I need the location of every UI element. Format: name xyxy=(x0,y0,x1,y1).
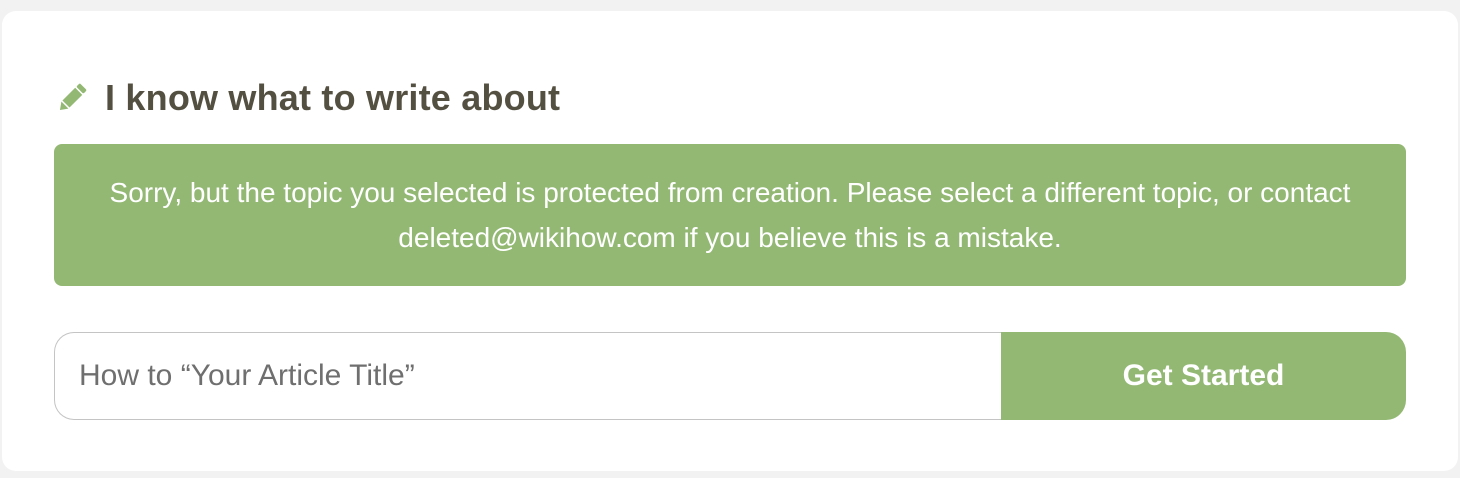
protected-topic-alert: Sorry, but the topic you selected is pro… xyxy=(54,144,1406,286)
article-title-input[interactable] xyxy=(54,332,1001,420)
section-header: I know what to write about xyxy=(54,68,560,128)
section-title: I know what to write about xyxy=(105,77,561,118)
pencil-icon xyxy=(54,80,90,116)
alert-message: Sorry, but the topic you selected is pro… xyxy=(109,177,1351,253)
article-title-form: Get Started xyxy=(54,332,1406,420)
get-started-button[interactable]: Get Started xyxy=(1001,332,1406,420)
write-article-card: I know what to write about Sorry, but th… xyxy=(2,11,1458,471)
